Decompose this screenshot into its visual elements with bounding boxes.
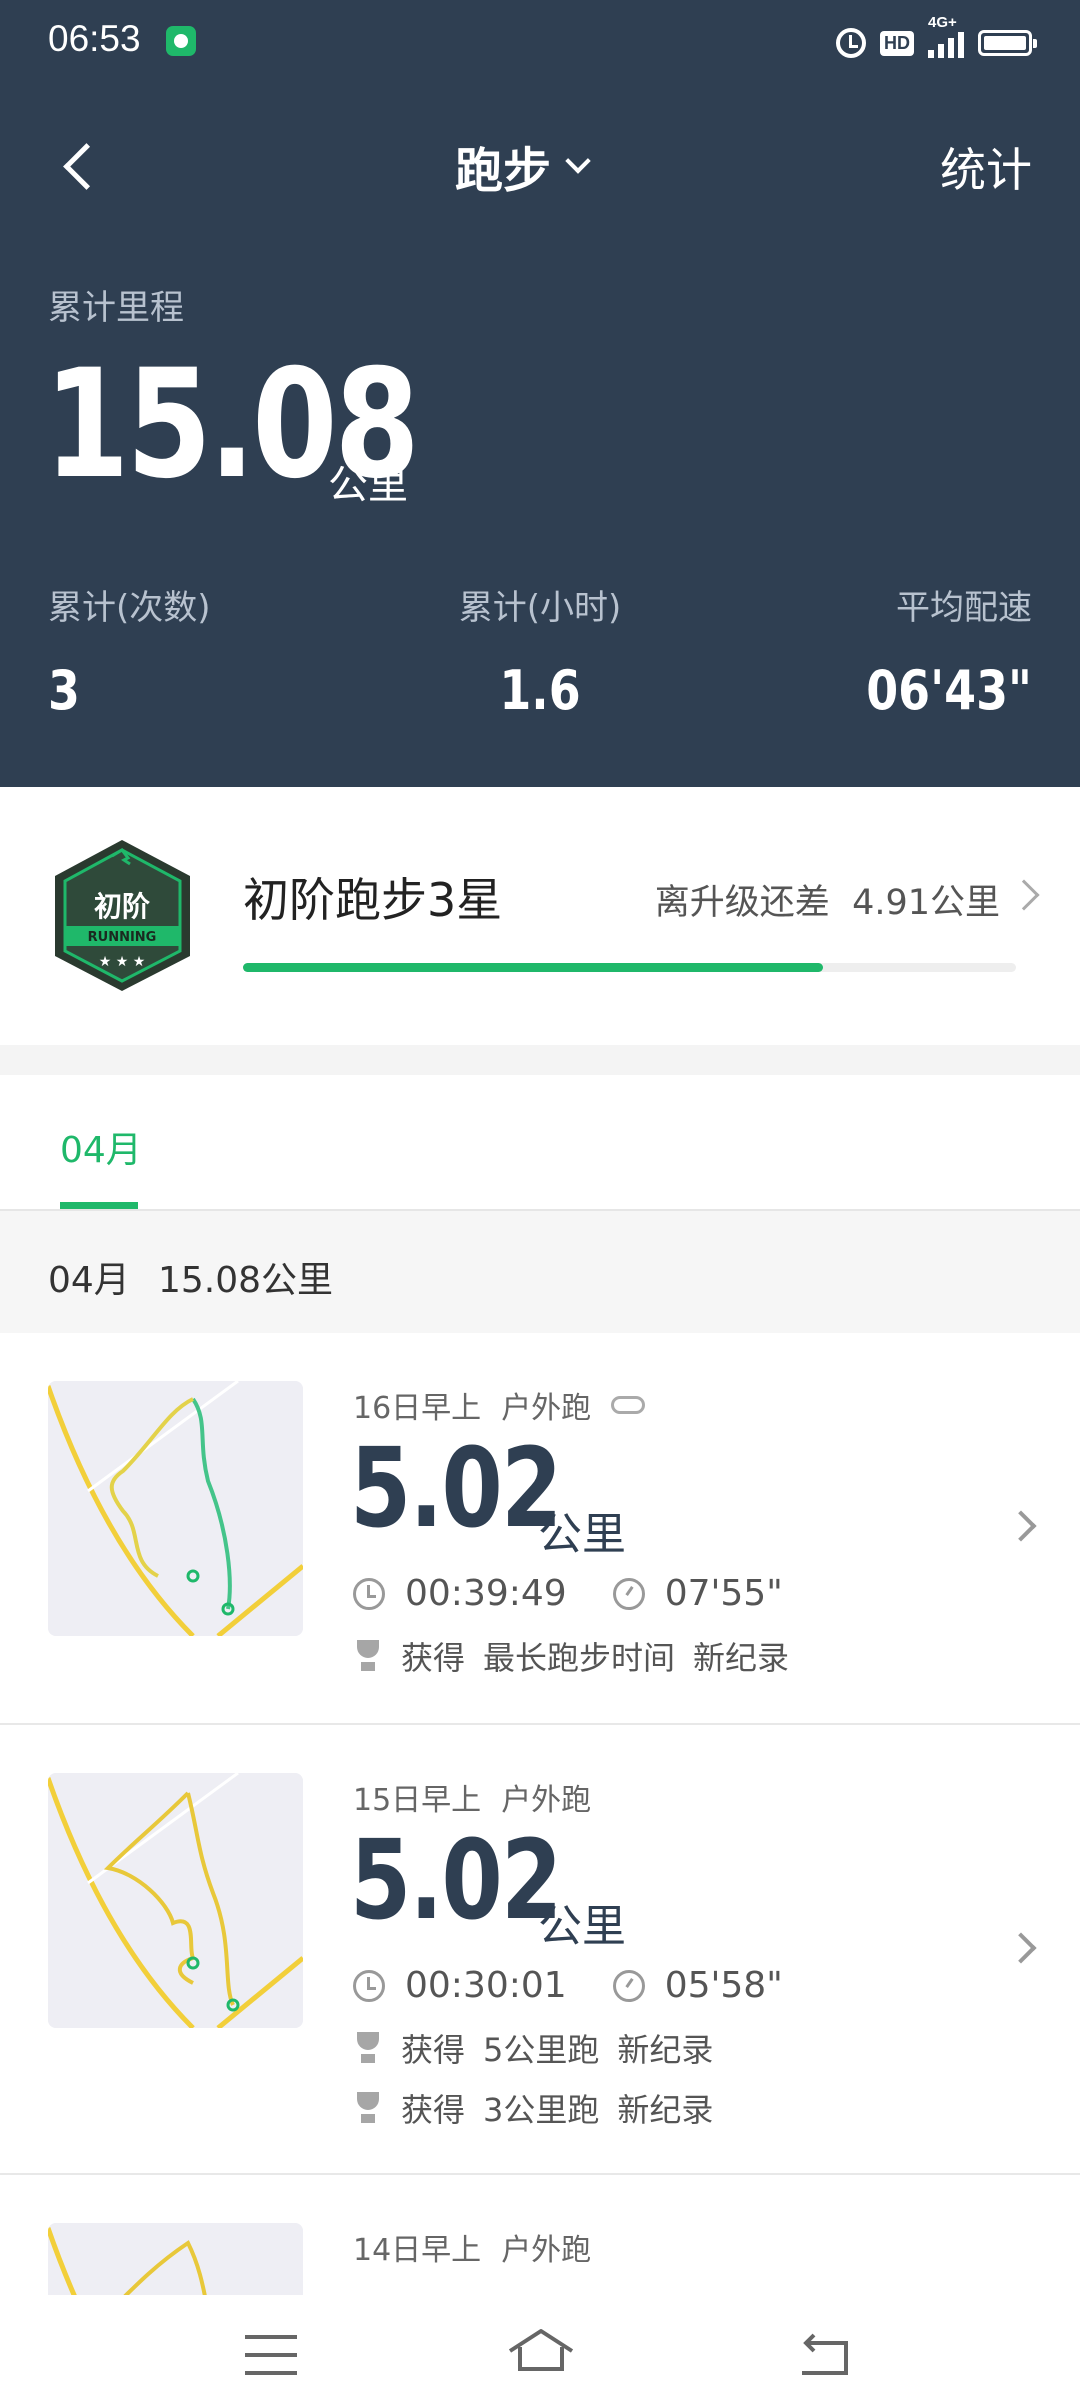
achievement-tag: 新纪录: [693, 1639, 790, 1677]
record-pace: 07'55": [664, 1573, 783, 1614]
statistics-button[interactable]: 统计: [940, 134, 1032, 200]
stat-hours: 累计(小时) 1.6: [455, 580, 625, 722]
stat-pace: 平均配速 06'43": [837, 580, 1032, 722]
home-icon[interactable]: [506, 2325, 576, 2375]
page-title: 跑步: [455, 143, 552, 199]
record-achievement: 获得 5公里跑 新纪录: [353, 2025, 713, 2071]
stat-pace-value: 06'43": [866, 659, 1032, 722]
record-when: 16日早上: [353, 1391, 482, 1426]
record-distance: 5.02: [350, 1424, 562, 1552]
route-map-thumbnail: [48, 1381, 303, 1636]
stat-count: 累计(次数) 3: [48, 580, 211, 722]
svg-text:★ ★ ★: ★ ★ ★: [99, 954, 146, 970]
record-time: 16日早上 户外跑: [353, 1383, 646, 1427]
summary-header: 06:53 HD 4G+ 跑步 统计 累计里程 15.08 公里 累计(次数) …: [0, 0, 1080, 787]
status-icons: HD 4G+: [836, 14, 1037, 66]
record-kind: 户外跑: [501, 1391, 592, 1426]
stat-hours-label: 累计(小时): [458, 588, 622, 628]
back-button[interactable]: [48, 132, 108, 202]
clock-icon: [353, 1577, 385, 1610]
achievement-tag: 新纪录: [617, 2091, 714, 2129]
record-achievement: 获得 最长跑步时间 新纪录: [353, 1633, 789, 1679]
pace-icon: [612, 1969, 645, 2002]
month-tabs: 04月: [0, 1075, 1080, 1211]
month-summary-distance: 15.08公里: [158, 1260, 334, 1301]
achievement-verb: 获得: [401, 1639, 466, 1677]
section-divider: [0, 1045, 1080, 1075]
run-record[interactable]: 15日早上 户外跑 5.02 公里 00:30:01 05'58" 获得 5公里…: [0, 1725, 1080, 2175]
chevron-right-icon: [1005, 1932, 1037, 1964]
status-bar: 06:53 HD 4G+: [0, 0, 1080, 90]
status-time: 06:53: [48, 18, 141, 59]
battery-icon: [978, 30, 1037, 56]
month-summary-month: 04月: [48, 1260, 130, 1301]
achievement-tag: 新纪录: [617, 2031, 714, 2069]
signal-icon: 4G+: [928, 14, 964, 58]
record-distance-unit: 公里: [538, 1901, 626, 1952]
record-duration: 00:30:01: [405, 1965, 567, 2006]
record-metrics: 00:39:49 07'55": [353, 1573, 783, 1614]
record-when: 14日早上: [353, 2233, 482, 2268]
record-pace: 05'58": [664, 1965, 783, 2006]
achievement-item: 3公里跑: [483, 2091, 600, 2129]
record-kind: 户外跑: [501, 1783, 592, 1818]
achievement-item: 5公里跑: [483, 2031, 600, 2069]
record-when: 15日早上: [353, 1783, 482, 1818]
pace-icon: [612, 1577, 645, 1610]
record-kind: 户外跑: [501, 2233, 592, 2268]
badge-sub: RUNNING: [88, 930, 157, 945]
level-progress-bar: [243, 963, 1016, 972]
month-summary: 04月 15.08公里: [0, 1211, 1080, 1333]
record-time: 14日早上 户外跑: [353, 2225, 591, 2269]
stat-pace-label: 平均配速: [896, 588, 1032, 628]
menu-icon[interactable]: [245, 2335, 297, 2375]
total-distance-label: 累计里程: [48, 288, 184, 328]
run-record[interactable]: 14日早上 户外跑: [0, 2175, 1080, 2295]
record-distance-unit: 公里: [538, 1509, 626, 1560]
chevron-down-icon: [565, 148, 591, 174]
total-distance-unit: 公里: [328, 462, 408, 508]
route-map-thumbnail: [48, 2223, 303, 2295]
app-notification-icon: [166, 26, 196, 56]
stat-count-label: 累计(次数): [48, 588, 211, 628]
system-nav-bar: [0, 2295, 1080, 2408]
alarm-icon: [836, 28, 866, 58]
record-distance: 5.02: [350, 1816, 562, 1944]
clock-icon: [353, 1969, 385, 2002]
network-label: 4G+: [928, 14, 957, 31]
stat-hours-value: 1.6: [499, 659, 581, 722]
hd-icon: HD: [880, 30, 914, 56]
level-name: 初阶跑步3星: [243, 873, 503, 927]
back-icon[interactable]: [798, 2331, 852, 2377]
stat-count-value: 3: [48, 659, 80, 722]
level-remaining: 离升级还差 4.91公里: [655, 874, 1000, 925]
run-record[interactable]: 16日早上 户外跑 5.02 公里 00:39:49 07'55" 获得 最长跑…: [0, 1333, 1080, 1725]
record-achievement: 获得 3公里跑 新纪录: [353, 2085, 713, 2131]
tab-month[interactable]: 04月: [60, 1121, 142, 1173]
level-remaining-label: 离升级还差: [654, 883, 830, 923]
badge-text: 初阶: [94, 890, 150, 923]
trophy-icon: [353, 2032, 383, 2064]
chevron-right-icon: [1005, 1510, 1037, 1542]
record-duration: 00:39:49: [405, 1573, 567, 1614]
level-badge-icon: 初阶 RUNNING ★ ★ ★: [55, 840, 190, 991]
tab-underline: [60, 1202, 138, 1209]
sport-type-selector[interactable]: 跑步: [455, 134, 591, 199]
achievement-verb: 获得: [401, 2091, 466, 2129]
achievement-item: 最长跑步时间: [483, 1639, 676, 1677]
record-metrics: 00:30:01 05'58": [353, 1965, 783, 2006]
trophy-icon: [353, 1640, 383, 1672]
cloud-icon: [611, 1396, 646, 1414]
level-progress-fill: [243, 963, 823, 972]
record-time: 15日早上 户外跑: [353, 1775, 591, 1819]
level-remaining-value: 4.91公里: [852, 883, 1000, 923]
trophy-icon: [353, 2092, 383, 2124]
route-map-thumbnail: [48, 1773, 303, 2028]
achievement-verb: 获得: [401, 2031, 466, 2069]
